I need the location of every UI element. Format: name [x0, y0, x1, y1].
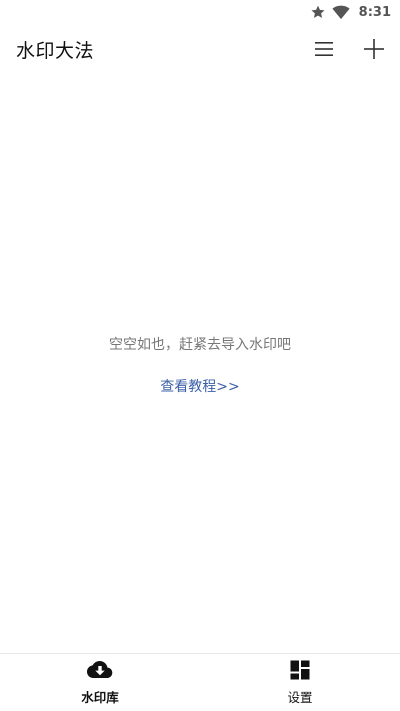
dashboard-icon: [290, 660, 310, 684]
wifi-icon: [332, 4, 350, 20]
nav-label-watermark-library: 水印库: [81, 689, 119, 705]
nav-item-watermark-library[interactable]: 水印库: [0, 654, 200, 711]
app-bar: 水印大法: [0, 24, 400, 74]
status-time: 8:31: [358, 4, 391, 20]
add-icon[interactable]: [360, 35, 388, 63]
nav-item-settings[interactable]: 设置: [200, 654, 400, 711]
app-bar-actions: [310, 24, 388, 74]
list-icon[interactable]: [310, 35, 338, 63]
nav-label-settings: 设置: [287, 689, 313, 705]
status-bar: 8:31: [0, 0, 400, 24]
cloud-download-icon: [87, 660, 113, 684]
empty-state: 空空如也，赶紧去导入水印吧 查看教程>>: [0, 334, 400, 396]
page-title: 水印大法: [16, 39, 95, 62]
bottom-nav: 水印库 设置: [0, 653, 400, 711]
star-icon: [310, 4, 326, 20]
empty-message: 空空如也，赶紧去导入水印吧: [109, 337, 291, 353]
app-screen: 8:31 水印大法 空空如也，赶紧去导入水印吧 查看教程>> 水印库 设置: [0, 0, 400, 711]
view-tutorial-link[interactable]: 查看教程>>: [160, 376, 239, 396]
